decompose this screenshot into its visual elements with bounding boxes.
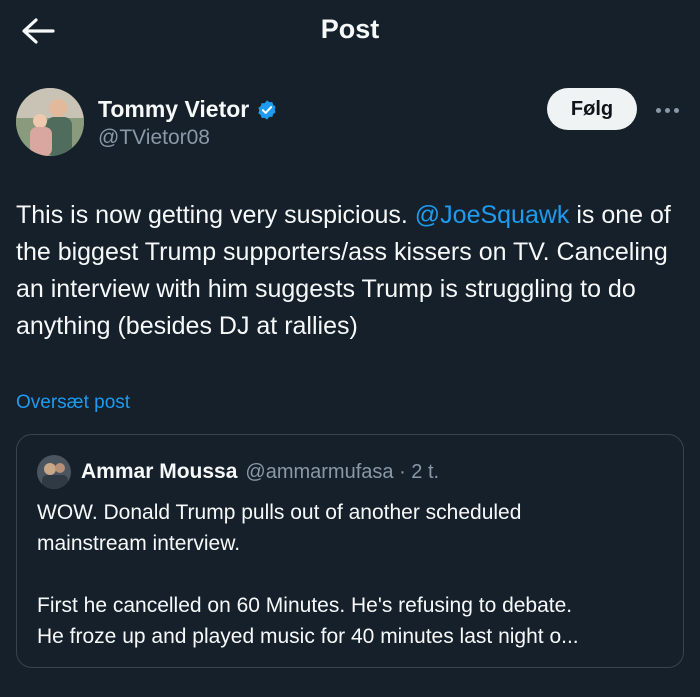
quote-line: He froze up and played music for 40 minu…	[37, 625, 579, 648]
author-handle[interactable]: @TVietor08	[98, 126, 210, 150]
quote-line: First he cancelled on 60 Minutes. He's r…	[37, 594, 573, 617]
more-dots-icon	[655, 107, 661, 113]
avatar-photo	[16, 88, 84, 156]
more-dots-icon	[664, 107, 670, 113]
avatar[interactable]	[16, 88, 84, 156]
follow-button[interactable]: Følg	[547, 88, 637, 130]
author-display-name[interactable]: Tommy Vietor	[98, 96, 249, 123]
quote-line: WOW. Donald Trump pulls out of another s…	[37, 501, 522, 524]
quote-body: WOW. Donald Trump pulls out of another s…	[37, 497, 667, 652]
post-body: This is now getting very suspicious. @Jo…	[16, 197, 686, 345]
post-author: Tommy Vietor @TVietor08 Følg	[16, 88, 684, 160]
quote-display-name: Ammar Moussa	[81, 460, 238, 483]
verified-badge-icon	[258, 99, 276, 120]
translate-post-link[interactable]: Oversæt post	[16, 392, 130, 414]
page-title: Post	[320, 14, 380, 44]
quote-avatar	[37, 455, 71, 489]
mention-link[interactable]: @JoeSquawk	[415, 201, 570, 229]
post-text-part1: This is now getting very suspicious.	[16, 201, 415, 229]
quoted-post[interactable]: Ammar Moussa @ammarmufasa · 2 t. WOW. Do…	[16, 434, 684, 668]
quote-line: mainstream interview.	[37, 532, 241, 555]
more-dots-icon	[673, 107, 679, 113]
more-options-button[interactable]	[650, 98, 684, 122]
top-bar: Post	[0, 0, 700, 60]
quote-handle-time: @ammarmufasa · 2 t.	[245, 460, 440, 483]
